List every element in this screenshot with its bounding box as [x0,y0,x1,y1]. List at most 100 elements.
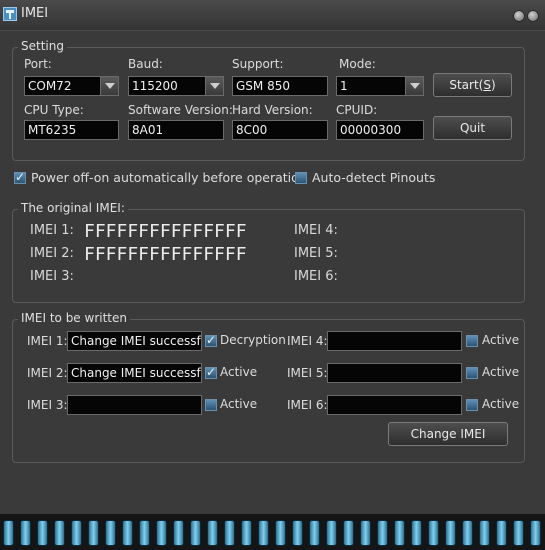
progress-segment [54,520,65,546]
progress-segment [496,520,507,546]
imei6-active-checkbox[interactable] [466,399,478,411]
progress-segment [309,520,320,546]
progress-segment [241,520,252,546]
original-imei4-label: IMEI 4: [294,223,338,238]
original-imei1-value: FFFFFFFFFFFFFFF [84,221,247,242]
window-title: IMEI [21,6,49,21]
write-imei-legend: IMEI to be written [18,311,130,325]
write-imei6-field[interactable] [327,395,462,415]
original-imei6-label: IMEI 6: [294,269,338,284]
mode-value: 1 [340,79,348,93]
progress-segment [462,520,473,546]
imei5-active-label: Active [482,365,520,379]
progress-segment [326,520,337,546]
hard-version-field[interactable]: 8C00 [232,120,328,140]
imei4-active-label: Active [482,333,520,347]
progress-segment [360,520,371,546]
progress-segment [411,520,422,546]
progress-bar [0,514,545,550]
write-imei2-label: IMEI 2: [27,366,68,380]
port-select[interactable]: COM72 [24,76,119,96]
cpuid-label: CPUID: [336,103,378,117]
start-label-key: S [483,78,491,92]
chevron-down-icon[interactable] [405,77,423,95]
baud-select[interactable]: 115200 [128,76,224,96]
progress-segment [428,520,439,546]
software-version-label: Software Version: [128,103,233,117]
chevron-down-icon[interactable] [100,77,118,95]
progress-segment [3,520,14,546]
quit-button[interactable]: Quit [433,116,512,140]
write-imei6-label: IMEI 6: [287,398,328,412]
write-imei4-field[interactable] [327,331,462,351]
main-panel: Setting Port: COM72 Baud: 115200 Support… [0,30,545,515]
original-imei2-value: FFFFFFFFFFFFFFF [84,244,247,265]
software-version-field[interactable]: 8A01 [128,120,224,140]
progress-segment [122,520,133,546]
app-icon [3,7,17,21]
close-button[interactable] [527,10,539,22]
hard-version-label: Hard Version: [232,103,313,117]
imei3-active-checkbox[interactable] [205,399,217,411]
imei6-active-label: Active [482,397,520,411]
port-label: Port: [24,57,52,71]
progress-segment [445,520,456,546]
imei-window: IMEI Setting Port: COM72 Baud: 115200 Su… [0,0,545,550]
write-imei3-field[interactable] [67,395,202,415]
mode-label: Mode: [339,57,376,71]
original-imei5-label: IMEI 5: [294,246,338,261]
progress-segment [207,520,218,546]
progress-segment [139,520,150,546]
progress-segment [513,520,524,546]
minimize-button[interactable] [513,10,525,22]
progress-segment [292,520,303,546]
progress-segment [479,520,490,546]
baud-value: 115200 [132,79,178,93]
support-field[interactable]: GSM 850 [232,76,328,96]
write-imei2-field[interactable]: Change IMEI successfull [67,363,202,383]
progress-segment [105,520,116,546]
support-value: GSM 850 [236,79,290,93]
support-label: Support: [232,57,284,71]
cpu-type-field[interactable]: MT6235 [24,120,119,140]
decryption-checkbox[interactable] [205,333,217,347]
auto-detect-label: Auto-detect Pinouts [312,170,436,185]
port-value: COM72 [28,79,72,93]
progress-segment [20,520,31,546]
progress-segment [530,520,541,546]
original-imei-legend: The original IMEI: [18,201,128,215]
imei2-active-checkbox[interactable] [205,365,217,379]
write-imei5-field[interactable] [327,363,462,383]
change-imei-button[interactable]: Change IMEI [388,422,508,446]
cpu-type-label: CPU Type: [24,103,84,117]
progress-segment [37,520,48,546]
title-bar[interactable]: IMEI [0,0,545,31]
imei2-active-label: Active [220,365,258,379]
progress-segment [190,520,201,546]
mode-select[interactable]: 1 [336,76,424,96]
progress-segment [275,520,286,546]
auto-detect-checkbox[interactable] [295,172,307,184]
baud-label: Baud: [128,57,163,71]
progress-segment [173,520,184,546]
imei5-active-checkbox[interactable] [466,367,478,379]
write-imei3-label: IMEI 3: [27,398,68,412]
start-button[interactable]: Start(S) [433,73,512,97]
chevron-down-icon[interactable] [205,77,223,95]
power-off-on-label: Power off-on automatically before operat… [31,170,307,185]
setting-legend: Setting [18,39,67,53]
progress-segment [156,520,167,546]
imei3-active-label: Active [220,397,258,411]
write-imei4-label: IMEI 4: [287,334,328,348]
progress-segment [224,520,235,546]
decryption-label: Decryption [220,333,286,347]
progress-segment [88,520,99,546]
power-off-on-checkbox[interactable] [14,170,26,184]
cpuid-field[interactable]: 00000300 [336,120,424,140]
write-imei1-field[interactable]: Change IMEI successfull [67,331,202,351]
imei4-active-checkbox[interactable] [466,335,478,347]
write-imei5-label: IMEI 5: [287,366,328,380]
progress-segment [258,520,269,546]
start-label-pre: Start( [449,78,484,92]
original-imei3-label: IMEI 3: [30,269,74,284]
